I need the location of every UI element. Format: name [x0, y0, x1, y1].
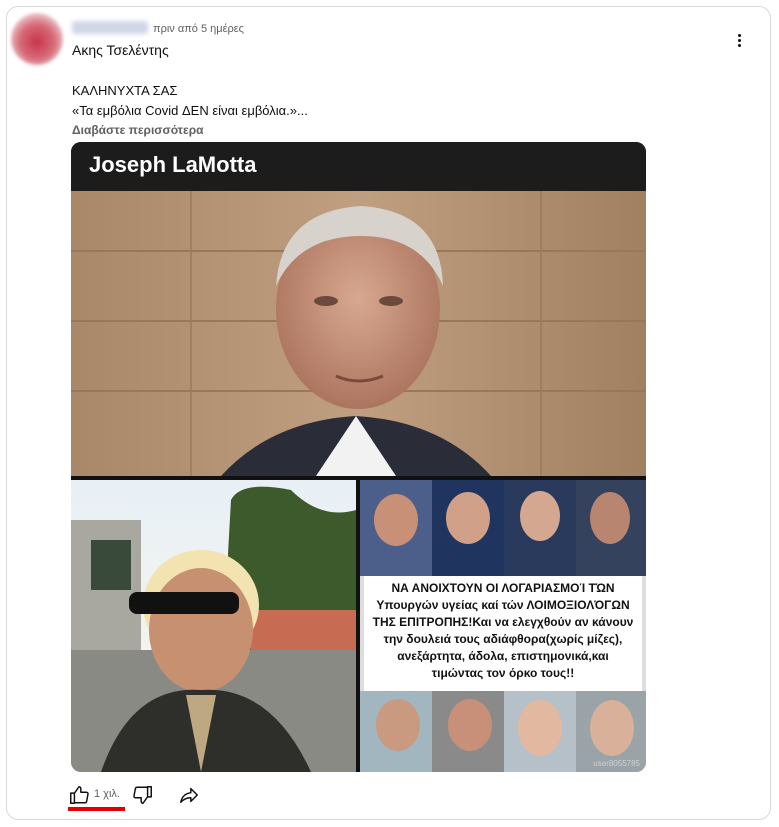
share-icon: [180, 787, 198, 804]
meme-text-line: τιμώντας τον όρκο τους!!: [431, 666, 575, 680]
more-vert-dot: [737, 43, 741, 47]
author-name: Ακης Τσελέντης: [72, 42, 169, 58]
meme-collage-right: ΝΑ ΑΝΟΙΧΤΟΥΝ ΟΙ ΛΟΓΑΡΙΑΣΜΟΊ ΤΏΝ Υπουργών…: [360, 480, 646, 772]
image-header-title: Joseph LaMotta: [89, 152, 257, 177]
meme-text-line: ανεξάρτητα, άδολα, επιστημονικά,και: [397, 649, 609, 663]
more-actions-button[interactable]: [727, 28, 751, 52]
post-image[interactable]: Joseph LaMotta ΝΑ ΑΝΟΙΧΤΟΥΝ ΟΙ ΛΟΓΑΡΙΑΣΜ…: [71, 142, 646, 772]
meme-text-line: Υπουργών υγείας καί τών ΛΟΙΜΟΞΙΟΛΌΓΩΝ: [376, 598, 630, 612]
portrait-photo-top: [71, 191, 646, 476]
image-watermark: user8055785: [593, 759, 640, 768]
author-avatar[interactable]: [11, 13, 63, 65]
meme-text-line: ΤΗΣ ΕΠΙΤΡΟΠΗΣ!Και να ελεγχθούν αν κάνουν: [372, 615, 634, 629]
post-text-line-2: «Τα εμβόλια Covid ΔΕΝ είναι εμβόλια.»...: [72, 103, 308, 118]
channel-name-redacted: [72, 21, 148, 34]
meme-text-box: ΝΑ ΑΝΟΙΧΤΟΥΝ ΟΙ ΛΟΓΑΡΙΑΣΜΟΊ ΤΏΝ Υπουργών…: [364, 576, 642, 691]
read-more-link[interactable]: Διαβάστε περισσότερα: [72, 123, 204, 137]
selfie-photo-left: [71, 480, 356, 772]
thumb-up-icon: [70, 786, 89, 804]
thumb-down-icon: [133, 786, 152, 804]
share-button[interactable]: [178, 784, 200, 806]
meme-text: ΝΑ ΑΝΟΙΧΤΟΥΝ ΟΙ ΛΟΓΑΡΙΑΣΜΟΊ ΤΏΝ Υπουργών…: [364, 580, 642, 682]
image-header-bar: Joseph LaMotta: [71, 142, 646, 191]
meme-text-line: την δουλειά τους αδιάφθορα(χωρίς μίζες),: [383, 632, 623, 646]
more-vert-dot: [737, 38, 741, 42]
dislike-button[interactable]: [132, 784, 154, 806]
like-button[interactable]: [68, 784, 90, 806]
meme-text-line: ΝΑ ΑΝΟΙΧΤΟΥΝ ΟΙ ΛΟΓΑΡΙΑΣΜΟΊ ΤΏΝ: [391, 581, 615, 595]
more-vert-icon: [737, 33, 741, 37]
post-actions-bar: 1 χιλ.: [68, 782, 228, 810]
like-count: 1 χιλ.: [94, 788, 120, 800]
post-timestamp[interactable]: πριν από 5 ημέρες: [153, 23, 244, 35]
like-highlight-underline: [68, 807, 125, 811]
post-text-line-1: ΚΑΛΗΝΥΧΤΑ ΣΑΣ: [72, 83, 178, 98]
